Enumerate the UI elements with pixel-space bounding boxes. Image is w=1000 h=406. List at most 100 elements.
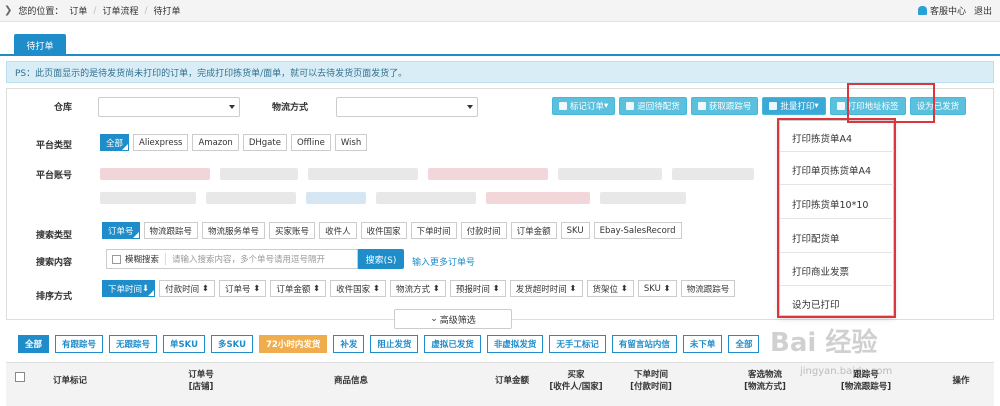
chevron-right-icon: ❯: [4, 5, 13, 16]
search-type-ebay-record[interactable]: Ebay-SalesRecord: [593, 222, 682, 239]
order-tab-reship[interactable]: 补发: [333, 335, 365, 353]
breadcrumb-order-flow[interactable]: 订单流程: [102, 4, 138, 17]
col-logistics: 客选物流 [物流方式]: [744, 370, 786, 392]
bell-icon: [917, 6, 927, 15]
sort-logistics[interactable]: 物流方式 ⬍: [390, 280, 446, 297]
search-button[interactable]: 搜索(S): [358, 249, 404, 269]
search-type-pay-time[interactable]: 付款时间: [460, 222, 507, 239]
watermark: Bai 经验: [770, 328, 878, 358]
return-icon: [626, 102, 635, 110]
order-tab-all-2[interactable]: 全部: [728, 335, 760, 353]
search-content-label: 搜索内容: [36, 258, 73, 268]
search-type-recipient[interactable]: 收件人: [319, 222, 357, 239]
search-type-tracking[interactable]: 物流跟踪号: [143, 222, 199, 239]
fuzzy-label: 模糊搜索: [125, 253, 167, 265]
platform-amazon[interactable]: Amazon: [192, 134, 239, 151]
search-type-country[interactable]: 收件国家: [360, 222, 407, 239]
print-icon: [769, 102, 778, 110]
sort-order-time[interactable]: 下单时间 ⬇: [102, 280, 156, 297]
warehouse-select[interactable]: [98, 97, 240, 117]
action-bar: 标记订单 ▾ 退回待配货 获取跟踪号 批量打印 ▾ 打印地址标签 设为已发货: [552, 97, 967, 115]
order-tab-has-tracking[interactable]: 有跟踪号: [55, 335, 104, 353]
sort-pay-time[interactable]: 付款时间 ⬍: [159, 280, 215, 297]
location-label: 您的位置：: [18, 7, 64, 17]
set-shipped-button[interactable]: 设为已发货: [909, 97, 967, 115]
search-type-amount[interactable]: 订单金额: [510, 222, 557, 239]
return-to-picking-button[interactable]: 退回待配货: [619, 97, 687, 115]
search-type-order-no[interactable]: 订单号: [102, 222, 140, 239]
menu-print-invoice[interactable]: 打印商业发票: [792, 264, 849, 278]
col-order-mark: 订单标记: [52, 376, 87, 386]
search-type-label: 搜索类型: [36, 231, 73, 241]
platform-account-label: 平台账号: [36, 171, 73, 181]
get-tracking-button[interactable]: 获取跟踪号: [690, 97, 759, 115]
more-orders-link[interactable]: 输入更多订单号: [412, 255, 475, 268]
order-filter-tabs: 全部 有跟踪号 无跟踪号 单SKU 多SKU 72小时内发货 补发 阻止发货 虚…: [18, 335, 760, 353]
sort-amount[interactable]: 订单金额 ⬍: [270, 280, 327, 297]
order-tab-72h[interactable]: 72小时内发货: [258, 335, 328, 353]
sort-label: 排序方式: [36, 292, 73, 302]
platform-accounts-blurred-2: [100, 192, 686, 204]
platform-accounts-blurred: [100, 168, 754, 180]
search-placeholder: 请输入搜索内容，多个单号请用逗号隔开: [172, 255, 326, 265]
order-tab-virtual[interactable]: 虚拟已发货: [424, 335, 481, 353]
advanced-filter-button[interactable]: ⌄ 高级筛选: [394, 309, 512, 329]
sort-tracking[interactable]: 物流跟踪号: [680, 280, 736, 297]
search-type-order-time[interactable]: 下单时间: [410, 222, 457, 239]
notice-bar: PS：此页面显示的是待发货尚未打印的订单，完成打印拣货单/面单，就可以去待发货页…: [6, 61, 994, 83]
order-tab-messages[interactable]: 有留言站内信: [611, 335, 677, 353]
tab-pending-print[interactable]: 待打单: [14, 34, 66, 56]
sort-order-no[interactable]: 订单号 ⬍: [218, 280, 267, 297]
logistics-select[interactable]: [336, 97, 478, 117]
tag-icon: [559, 102, 567, 110]
sort-forecast-time[interactable]: 预报时间 ⬍: [449, 280, 506, 297]
search-type-sku[interactable]: SKU: [560, 222, 590, 239]
menu-set-printed[interactable]: 设为已打印: [792, 297, 840, 311]
platform-type-label: 平台类型: [36, 141, 73, 151]
order-tab-all[interactable]: 全部: [18, 335, 50, 353]
order-tab-not-ordered[interactable]: 未下单: [682, 335, 723, 353]
order-tab-no-manual[interactable]: 无手工标记: [549, 335, 606, 353]
platform-offline[interactable]: Offline: [290, 134, 331, 151]
caret-down-icon: [467, 105, 473, 109]
order-tab-block[interactable]: 阻止发货: [370, 335, 419, 353]
select-all-checkbox[interactable]: [15, 372, 25, 382]
mark-order-button[interactable]: 标记订单 ▾: [552, 97, 616, 115]
order-tab-multi-sku[interactable]: 多SKU: [211, 335, 253, 353]
order-tab-single-sku[interactable]: 单SKU: [163, 335, 206, 353]
tab-row: 待打单: [0, 34, 1000, 56]
order-tab-no-tracking[interactable]: 无跟踪号: [109, 335, 158, 353]
logout-link[interactable]: 退出: [974, 4, 992, 17]
menu-print-pick-10x10[interactable]: 打印拣货单10*10: [792, 197, 868, 211]
service-center-link[interactable]: 客服中心: [917, 4, 966, 17]
platform-dhgate[interactable]: DHgate: [242, 134, 287, 151]
watermark-url: jingyan.baidu.com: [800, 366, 893, 377]
platform-all[interactable]: 全部: [100, 134, 130, 151]
platform-wish[interactable]: Wish: [334, 134, 368, 151]
top-bar: ❯ 您的位置： 订单 / 订单流程 / 待打单 客服中心 退出: [0, 0, 1000, 22]
search-type-buyer[interactable]: 买家账号: [269, 222, 316, 239]
platform-type-options: 全部 Aliexpress Amazon DHgate Offline Wish: [100, 134, 368, 151]
menu-print-distribution[interactable]: 打印配货单: [792, 231, 840, 245]
sort-country[interactable]: 收件国家 ⬍: [330, 280, 387, 297]
platform-aliexpress[interactable]: Aliexpress: [133, 134, 189, 151]
print-address-label-button[interactable]: 打印地址标签: [829, 97, 906, 115]
col-buyer: 买家 [收件人/国家]: [549, 370, 603, 392]
col-actions: 操作: [952, 376, 970, 386]
search-type-service-no[interactable]: 物流服务单号: [202, 222, 266, 239]
batch-print-button[interactable]: 批量打印 ▾: [762, 97, 826, 115]
logistics-label: 物流方式: [272, 103, 309, 113]
breadcrumb-orders[interactable]: 订单: [69, 4, 87, 17]
menu-print-pick-a4[interactable]: 打印拣货单A4: [792, 131, 852, 145]
col-order-no: 订单号 [店铺]: [188, 370, 214, 392]
col-time: 下单时间 [付款时间]: [630, 370, 672, 392]
search-input[interactable]: 模糊搜索 请输入搜索内容，多个单号请用逗号隔开: [106, 249, 358, 269]
sort-sku[interactable]: SKU ⬍: [637, 280, 677, 297]
order-tab-non-virtual[interactable]: 非虚拟发货: [486, 335, 544, 353]
sort-ship-timeout[interactable]: 发货超时时间 ⬍: [509, 280, 583, 297]
fuzzy-checkbox[interactable]: [112, 254, 121, 264]
menu-print-single-pick-a4[interactable]: 打印单页拣货单A4: [792, 163, 871, 177]
breadcrumb: 您的位置： 订单 / 订单流程 / 待打单: [18, 4, 181, 18]
col-product: 商品信息: [333, 376, 368, 386]
sort-shelf[interactable]: 货架位 ⬍: [586, 280, 634, 297]
